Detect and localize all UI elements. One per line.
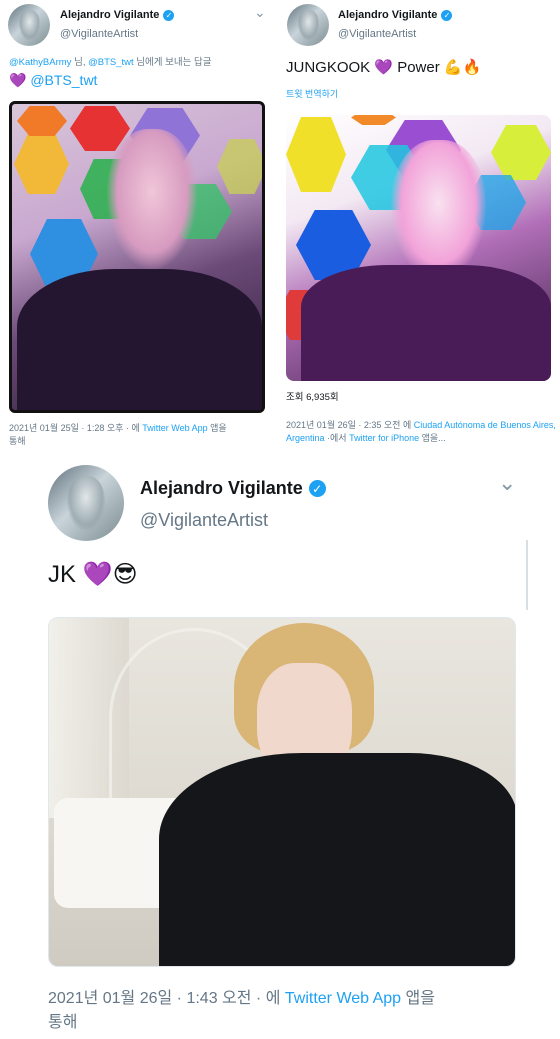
photo-face xyxy=(107,129,197,269)
tweet-text-part: Power xyxy=(393,59,444,76)
view-count[interactable]: 조회 6,935회 xyxy=(286,389,339,403)
photo-shape xyxy=(17,106,67,136)
verified-badge-icon: ✓ xyxy=(308,480,326,497)
tweet-text-part: JUNGKOOK xyxy=(286,59,375,76)
photo-face xyxy=(391,140,486,280)
tweet-text: 💜 @BTS_twt xyxy=(9,72,97,89)
meta-suffix: 앱을 xyxy=(207,423,227,433)
purple-heart-icon: 💜 xyxy=(9,72,27,88)
author-handle[interactable]: @VigilanteArtist xyxy=(60,28,138,40)
timestamp[interactable]: 2021년 01월 26일 · 1:43 오전 · 에 xyxy=(48,990,285,1007)
verified-badge-icon: ✓ xyxy=(441,9,453,21)
author-name-text: Alejandro Vigilante xyxy=(60,9,160,21)
meta-suffix: 앱을... xyxy=(419,433,446,444)
tweet-card-1: Alejandro Vigilante ✓ @VigilanteArtist ⌄… xyxy=(0,0,275,460)
photo-shape xyxy=(351,115,396,125)
verified-badge-icon: ✓ xyxy=(163,9,175,21)
author-name[interactable]: Alejandro Vigilante ✓ xyxy=(140,478,326,499)
photo-jacket xyxy=(159,753,515,966)
mention-link[interactable]: @KathyBArmy xyxy=(9,57,71,68)
chevron-down-icon[interactable]: ⌄ xyxy=(254,4,266,21)
author-name-text: Alejandro Vigilante xyxy=(338,9,438,21)
author-name[interactable]: Alejandro Vigilante ✓ xyxy=(338,9,453,21)
photo-shape xyxy=(14,134,69,194)
tweet-card-3: Alejandro Vigilante ✓ @VigilanteArtist ⌄… xyxy=(28,460,533,1039)
avatar[interactable] xyxy=(48,465,124,541)
avatar[interactable] xyxy=(287,4,329,46)
meta-mid: ·에서 xyxy=(324,433,350,444)
author-handle[interactable]: @VigilanteArtist xyxy=(338,28,416,40)
source-app-link[interactable]: Twitter Web App xyxy=(142,423,207,433)
tweet-card-2: Alejandro Vigilante ✓ @VigilanteArtist J… xyxy=(279,0,560,460)
author-name-text: Alejandro Vigilante xyxy=(140,478,303,498)
source-app-link[interactable]: Twitter for iPhone xyxy=(349,433,419,443)
tweet-meta: 2021년 01월 26일 · 1:43 오전 · 에 Twitter Web … xyxy=(48,987,528,1035)
avatar[interactable] xyxy=(8,4,50,46)
photo-body xyxy=(301,265,551,381)
reply-suffix: 님에게 보내는 답글 xyxy=(133,57,212,68)
mention-link[interactable]: @BTS_twt xyxy=(30,72,97,88)
chevron-down-icon[interactable]: ⌄ xyxy=(498,470,516,496)
photo-body xyxy=(17,269,262,410)
meta-line2: 통해 xyxy=(48,1014,78,1031)
photo-shape xyxy=(491,125,551,180)
author-name[interactable]: Alejandro Vigilante ✓ xyxy=(60,9,175,21)
tweet-photo[interactable] xyxy=(286,115,551,381)
purple-heart-icon: 💜 xyxy=(374,59,394,76)
meta-line2: 통해 xyxy=(9,436,26,447)
tweet-text: JUNGKOOK 💜 Power 💪🔥 xyxy=(286,58,481,76)
tweet-meta: 2021년 01월 25일 · 1:28 오후 · 에 Twitter Web … xyxy=(9,422,269,448)
tweet-photo[interactable] xyxy=(9,101,265,413)
timestamp[interactable]: 2021년 01월 25일 · 1:28 오후 · 에 xyxy=(9,423,142,433)
meta-suffix: 앱을 xyxy=(401,990,435,1007)
replying-to: @KathyBArmy 님, @BTS_twt 님에게 보내는 답글 xyxy=(9,54,212,68)
author-handle[interactable]: @VigilanteArtist xyxy=(140,510,268,531)
purple-heart-icon: 💜 xyxy=(82,561,113,588)
reply-sep: 님, xyxy=(71,57,89,68)
mention-link[interactable]: @BTS_twt xyxy=(88,57,134,68)
scrollbar[interactable] xyxy=(526,540,528,610)
timestamp[interactable]: 2021년 01월 26일 · 2:35 오전 에 xyxy=(286,420,414,430)
sunglasses-face-icon: 😎 xyxy=(112,561,138,588)
photo-shape xyxy=(217,139,262,194)
photo-shape xyxy=(286,117,346,192)
tweet-text: JK 💜😎 xyxy=(48,560,138,589)
tweet-meta: 2021년 01월 26일 · 2:35 오전 에 Ciudad Autónom… xyxy=(286,419,556,445)
flexed-biceps-fire-icon: 💪🔥 xyxy=(443,59,482,76)
tweet-text-part: JK xyxy=(48,561,83,588)
translate-tweet-link[interactable]: 트윗 번역하기 xyxy=(286,87,338,100)
tweet-photo[interactable] xyxy=(48,617,516,967)
source-app-link[interactable]: Twitter Web App xyxy=(285,990,401,1007)
